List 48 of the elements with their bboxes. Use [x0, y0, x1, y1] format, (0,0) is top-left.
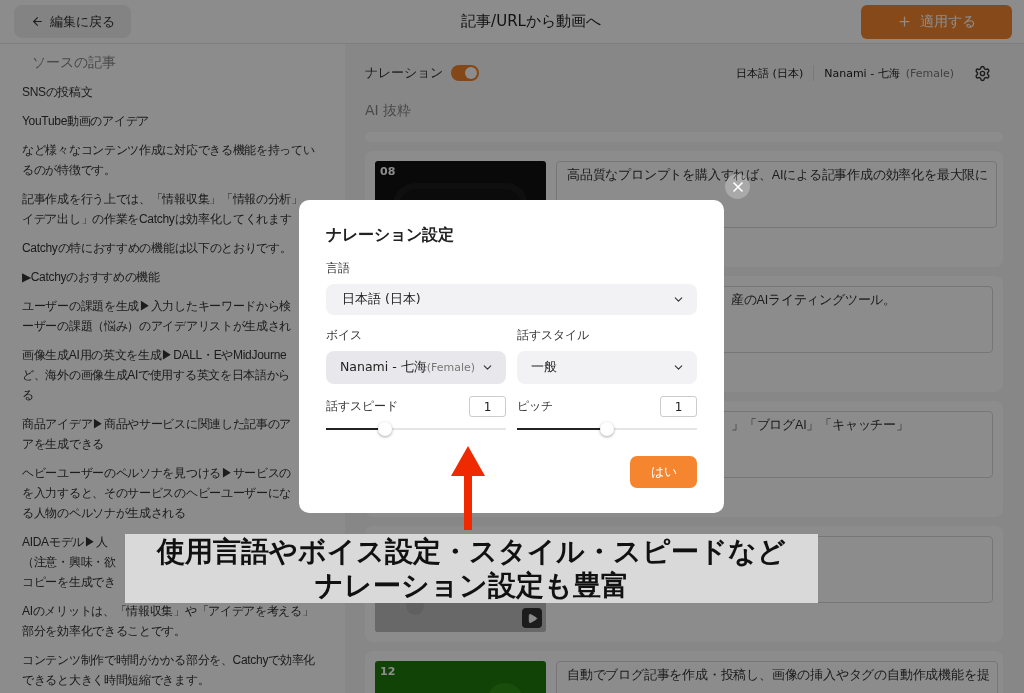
value-field[interactable]: 1 — [469, 396, 506, 417]
article-text-line: を入力すると、そのサービスのヘビーユーザーにな — [22, 485, 292, 502]
article-text-line: イデア出し」の作業をCatchyは効率化してくれます — [22, 211, 292, 228]
style-select[interactable]: 一般 — [517, 351, 697, 384]
field-label: 言語 — [326, 260, 351, 277]
voice-select[interactable]: Nanami - 七海(Female) — [326, 351, 506, 384]
language-text: 日本語 (日本) — [736, 65, 804, 81]
article-text-line: 記事作成を行う上では、「情報収集」「情報の分析」 — [22, 191, 303, 208]
article-text-line: る — [22, 387, 34, 404]
panel-heading: ソースの記事 — [31, 53, 117, 72]
article-text-line: Catchyの特におすすめの機能は以下のとおりです。 — [22, 240, 292, 257]
narration-label: ナレーション — [365, 64, 443, 82]
article-text-line: ▶Catchyのおすすめの機能 — [22, 269, 160, 286]
page-title: 記事/URLから動画へ — [461, 12, 601, 31]
article-text-line: コピーを生成でき — [22, 574, 116, 591]
back-button[interactable]: 編集に戻る — [14, 5, 131, 38]
thumbnail-number: 12 — [380, 665, 396, 678]
article-text-line: 画像生成AI用の英文を生成▶DALL・EやMidJourne — [22, 347, 287, 364]
article-text-line: できると大きく時間短縮できます。 — [22, 672, 210, 689]
excerpt-field[interactable]: 自動でブログ記事を作成・投稿し、画像の挿入やタグの自動作成機能を提 — [556, 661, 999, 693]
article-text-line: コンテンツ制作で時間がかかる部分を、Catchyで効率化 — [22, 652, 315, 669]
article-text-line: YouTube動画のアイデア — [22, 113, 149, 130]
thumbnail-number: 08 — [380, 165, 396, 178]
article-text-line: （注意・興味・欲 — [22, 554, 116, 571]
caption-line: 使用言語やボイス設定・スタイル・スピードなど — [157, 534, 786, 569]
language-select[interactable]: 日本語 (日本) — [326, 284, 697, 315]
value-field[interactable]: 1 — [660, 396, 697, 417]
article-text-line: AIDAモデル▶人 — [22, 534, 108, 551]
article-text-line: ヘビーユーザーのペルソナを見つける▶サービスの — [22, 465, 292, 482]
slider-label: 話すスピード — [326, 398, 398, 415]
article-text-line: など様々なコンテンツ作成に対応できる機能を持ってい — [22, 142, 315, 159]
voice-text: Nanami - 七海 — [824, 65, 900, 81]
field-label: ボイス — [326, 327, 363, 344]
article-text-line: ど、海外の画像生成AIで使用する英文を日本語から — [22, 367, 291, 384]
article-text-line: AIのメリットは、「情報収集」や「アイデアを考える」 — [22, 603, 314, 620]
voice-gender-text: (Female) — [905, 66, 954, 80]
caption-line: ナレーション設定も豊富 — [314, 568, 629, 603]
article-text-line: SNSの投稿文 — [22, 84, 93, 101]
article-text-line: るのが特徴です。 — [22, 162, 116, 179]
article-text-line: 部分を効率化できることです。 — [22, 623, 186, 640]
slider-label: ピッチ — [517, 398, 553, 415]
article-text-line: アを生成できる — [22, 436, 104, 453]
article-text-line: ユーザーの課題を生成▶入力したキーワードから検 — [22, 298, 292, 315]
article-text-line: る人物のペルソナが生成される — [22, 505, 186, 522]
section-heading: AI 抜粋 — [365, 101, 413, 120]
dialog-title: ナレーション設定 — [326, 225, 455, 246]
article-text-line: 商品アイデア▶商品やサービスに関連した記事のア — [22, 416, 292, 433]
article-text-line: ーザーの課題（悩み）のアイデアリストが生成され — [22, 318, 292, 335]
